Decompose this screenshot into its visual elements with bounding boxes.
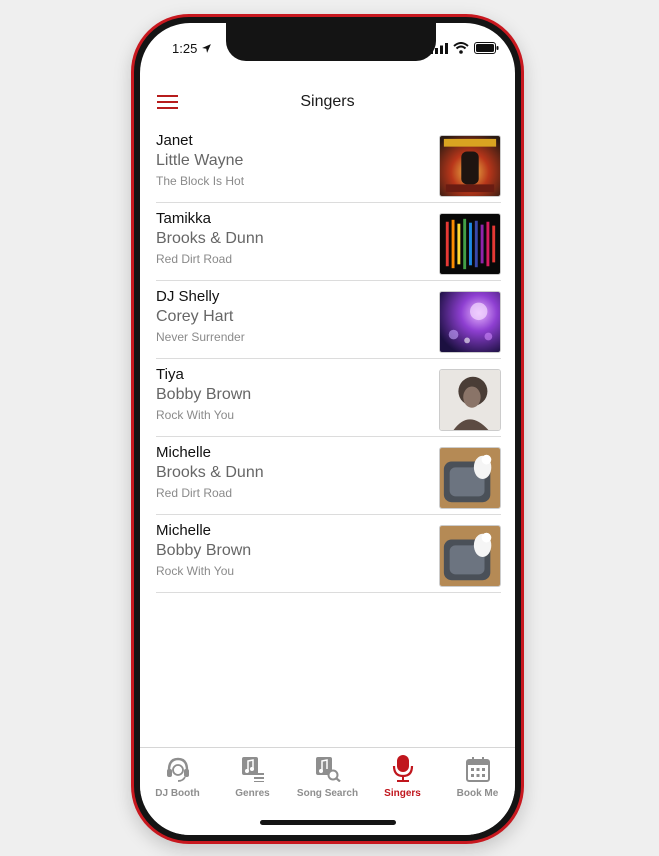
album-cover-image: [439, 369, 501, 431]
song-search-icon: [315, 757, 341, 782]
artist-name: Brooks & Dunn: [156, 230, 264, 247]
app-screen: 1:25 Singers Janet Little Wayne The Bloc…: [140, 23, 515, 835]
singer-row[interactable]: DJ Shelly Corey Hart Never Surrender: [156, 281, 501, 359]
album-cover-image: [439, 135, 501, 197]
singer-name: Michelle: [156, 444, 212, 461]
battery-icon: [474, 42, 499, 54]
tab-label: Singers: [384, 788, 421, 799]
time-text: 1:25: [172, 41, 198, 56]
status-time: 1:25: [172, 41, 212, 56]
tab-singers[interactable]: Singers: [365, 754, 440, 799]
singer-name: Tamikka: [156, 210, 212, 227]
artist-name: Little Wayne: [156, 152, 244, 169]
home-indicator: [260, 820, 396, 825]
tab-label: Genres: [235, 788, 270, 799]
location-arrow-icon: [202, 44, 212, 53]
tab-label: DJ Booth: [155, 788, 200, 799]
headset-icon: [166, 757, 189, 782]
tab-label: Book Me: [456, 788, 499, 799]
cellular-signal-icon: [430, 42, 448, 54]
song-title: Rock With You: [156, 564, 235, 578]
song-title: The Block Is Hot: [156, 174, 245, 188]
singer-row[interactable]: Michelle Brooks & Dunn Red Dirt Road: [156, 437, 501, 515]
tab-genres[interactable]: Genres: [215, 754, 290, 799]
wifi-icon: [453, 42, 469, 54]
song-title: Red Dirt Road: [156, 252, 233, 266]
song-title: Never Surrender: [156, 330, 245, 344]
bottom-tab-bar: DJ Booth Genres Song Search Singers Book…: [140, 747, 515, 835]
notch: [226, 23, 436, 61]
singer-name: Tiya: [156, 366, 184, 383]
singer-name: DJ Shelly: [156, 288, 220, 305]
album-cover-image: [439, 447, 501, 509]
singer-row[interactable]: Tiya Bobby Brown Rock With You: [156, 359, 501, 437]
phone-bezel: 1:25 Singers Janet Little Wayne The Bloc…: [134, 17, 521, 841]
app-header: Singers: [140, 83, 515, 123]
song-title: Red Dirt Road: [156, 486, 233, 500]
singer-name: Janet: [156, 132, 193, 149]
calendar-icon: [465, 757, 490, 782]
artist-name: Bobby Brown: [156, 386, 252, 403]
album-cover-image: [439, 213, 501, 275]
album-cover-image: [439, 525, 501, 587]
artist-name: Corey Hart: [156, 308, 234, 325]
artist-name: Brooks & Dunn: [156, 464, 264, 481]
tab-book-me[interactable]: Book Me: [440, 754, 515, 799]
phone-frame: 1:25 Singers Janet Little Wayne The Bloc…: [131, 14, 524, 844]
song-title: Rock With You: [156, 408, 235, 422]
page-title: Singers: [300, 93, 355, 110]
singer-row[interactable]: Tamikka Brooks & Dunn Red Dirt Road: [156, 203, 501, 281]
tab-song-search[interactable]: Song Search: [290, 754, 365, 799]
singer-row[interactable]: Janet Little Wayne The Block Is Hot: [156, 125, 501, 203]
tab-dj-booth[interactable]: DJ Booth: [140, 754, 215, 799]
artist-name: Bobby Brown: [156, 542, 252, 559]
singers-list: Janet Little Wayne The Block Is Hot Tami…: [156, 125, 501, 593]
singer-name: Michelle: [156, 522, 212, 539]
album-cover-image: [439, 291, 501, 353]
tab-label: Song Search: [296, 788, 359, 799]
microphone-icon: [392, 755, 413, 782]
singer-row[interactable]: Michelle Bobby Brown Rock With You: [156, 515, 501, 593]
status-icons: [430, 42, 499, 54]
genres-icon: [241, 757, 264, 782]
